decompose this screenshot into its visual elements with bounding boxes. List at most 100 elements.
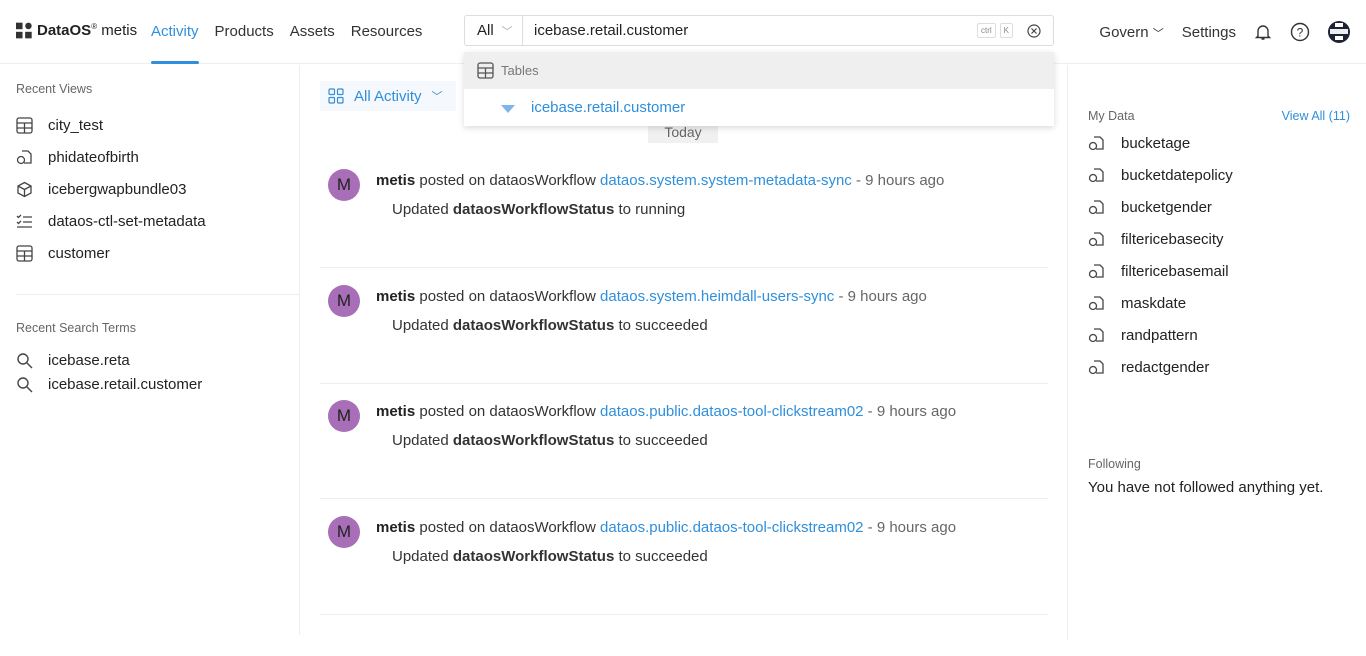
- govern-menu[interactable]: Govern ﹀: [1099, 24, 1163, 41]
- search-icon: [17, 353, 33, 369]
- recent-view-item[interactable]: icebergwapbundle03: [16, 181, 186, 198]
- logo-brand: DataOS: [37, 22, 92, 39]
- my-data-item[interactable]: redactgender: [1088, 359, 1209, 376]
- activity-item: M metis posted on dataosWorkflow dataos.…: [320, 383, 1048, 499]
- activity-verb: posted on dataosWorkflow: [419, 287, 596, 305]
- help-icon[interactable]: ?: [1290, 22, 1310, 42]
- activity-user[interactable]: metis: [376, 288, 415, 305]
- recent-search-item[interactable]: icebase.reta: [16, 352, 130, 369]
- recent-view-item[interactable]: customer: [16, 245, 110, 262]
- table-icon: [477, 62, 494, 79]
- policy-icon: [1088, 200, 1104, 215]
- activity-user[interactable]: metis: [376, 172, 415, 189]
- activity-time: - 9 hours ago: [867, 403, 957, 420]
- policy-icon: [1088, 296, 1104, 311]
- clear-search-icon[interactable]: [1027, 23, 1041, 38]
- header-right: Govern ﹀ Settings ?: [1099, 0, 1350, 64]
- activity-feed: All Activity ﹀ Today M metis posted on d…: [300, 65, 1066, 640]
- shortcut-ctrl: ctrl: [976, 23, 996, 38]
- search-input[interactable]: [523, 22, 977, 39]
- my-data-item[interactable]: filtericebasecity: [1088, 231, 1224, 248]
- user-avatar[interactable]: [1328, 21, 1350, 43]
- activity-body: Updated dataosWorkflowStatus to running: [392, 201, 685, 218]
- search-scope-select[interactable]: All ﹀: [465, 16, 523, 45]
- activity-post: to succeeded: [618, 432, 708, 449]
- policy-icon: [1088, 232, 1104, 247]
- suggestion-item[interactable]: icebase.retail.customer: [464, 89, 1054, 126]
- activity-field: dataosWorkflowStatus: [452, 432, 615, 449]
- policy-icon: [1088, 360, 1104, 375]
- logo[interactable]: DataOS® metis: [16, 22, 137, 39]
- shortcut-k: K: [999, 23, 1013, 38]
- my-data-item[interactable]: bucketdatepolicy: [1088, 167, 1233, 184]
- activity-time: - 9 hours ago: [855, 172, 945, 189]
- cube-icon: [17, 181, 32, 198]
- activity-user[interactable]: metis: [376, 519, 415, 536]
- my-data-label: bucketage: [1121, 135, 1191, 152]
- activity-verb: posted on dataosWorkflow: [419, 403, 596, 420]
- right-panel: My Data View All (11) bucketage bucketdat…: [1067, 65, 1366, 640]
- user-avatar[interactable]: M: [328, 284, 360, 317]
- activity-pre: Updated: [392, 432, 449, 449]
- activity-item: M metis posted on dataosWorkflow dataos.…: [320, 268, 1048, 384]
- activity-target-link[interactable]: dataos.public.dataos-tool-clickstream02: [600, 403, 863, 420]
- recent-search-label: icebase.retail.customer: [48, 376, 203, 393]
- activity-field: dataosWorkflowStatus: [452, 316, 615, 334]
- nav-products[interactable]: Products: [215, 0, 274, 64]
- recent-view-item[interactable]: city_test: [16, 117, 103, 134]
- recent-view-label: customer: [48, 245, 110, 262]
- nav-activity[interactable]: Activity: [151, 0, 199, 64]
- my-data-item[interactable]: bucketgender: [1088, 199, 1212, 216]
- dataos-logo-icon: [16, 22, 32, 39]
- nav-resources[interactable]: Resources: [351, 0, 423, 64]
- search-icon: [17, 377, 33, 393]
- suggestion-group-tables: Tables: [464, 52, 1054, 89]
- recent-view-item[interactable]: dataos-ctl-set-metadata: [16, 213, 206, 230]
- checklist-icon: [16, 214, 32, 228]
- activity-pre: Updated: [392, 547, 449, 565]
- chevron-down-icon: ﹀: [1152, 27, 1164, 40]
- my-data-label: filtericebasemail: [1121, 263, 1229, 280]
- my-data-item[interactable]: maskdate: [1088, 295, 1186, 312]
- activity-field: dataosWorkflowStatus: [452, 547, 615, 565]
- left-sidebar: Recent Views city_test phidateofbirth ic…: [0, 65, 300, 635]
- activity-time: - 9 hours ago: [867, 518, 957, 536]
- activity-filter-select[interactable]: All Activity ﹀: [320, 81, 456, 111]
- activity-body: Updated dataosWorkflowStatus to succeede…: [392, 548, 708, 565]
- recent-view-label: city_test: [48, 117, 104, 134]
- activity-user[interactable]: metis: [376, 403, 415, 420]
- user-avatar[interactable]: M: [328, 400, 360, 432]
- activity-target-link[interactable]: dataos.public.dataos-tool-clickstream02: [600, 519, 863, 536]
- recent-search-title: Recent Search Terms: [16, 321, 136, 335]
- suggestion-label: icebase.retail.customer: [531, 99, 686, 116]
- chevron-down-icon: ﹀: [431, 91, 443, 103]
- my-data-item[interactable]: filtericebasemail: [1088, 263, 1229, 280]
- activity-verb: posted on dataosWorkflow: [419, 518, 596, 536]
- activity-target-link[interactable]: dataos.system.heimdall-users-sync: [600, 288, 834, 305]
- activity-header: metis posted on dataosWorkflow dataos.pu…: [376, 519, 956, 536]
- my-data-label: bucketdatepolicy: [1121, 167, 1233, 184]
- activity-pre: Updated: [392, 316, 449, 334]
- recent-search-label: icebase.reta: [48, 352, 130, 369]
- divider: [16, 294, 299, 295]
- my-data-item[interactable]: bucketage: [1088, 135, 1190, 152]
- bell-icon[interactable]: [1254, 23, 1272, 41]
- recent-search-item[interactable]: icebase.retail.customer: [16, 376, 202, 393]
- activity-body: Updated dataosWorkflowStatus to succeede…: [392, 432, 708, 449]
- nav-assets[interactable]: Assets: [290, 0, 335, 64]
- govern-label: Govern: [1099, 23, 1149, 41]
- user-avatar[interactable]: M: [328, 515, 360, 548]
- recent-view-label: icebergwapbundle03: [48, 181, 187, 198]
- my-data-label: randpattern: [1121, 327, 1198, 344]
- suggestion-group-label: Tables: [501, 63, 539, 78]
- user-avatar[interactable]: M: [328, 169, 360, 201]
- my-data-item[interactable]: randpattern: [1088, 327, 1198, 344]
- search-bar: All ﹀ ctrl K: [464, 15, 1054, 46]
- settings-link[interactable]: Settings: [1182, 24, 1236, 41]
- recent-view-item[interactable]: phidateofbirth: [16, 149, 139, 166]
- view-all-link[interactable]: View All (11): [1282, 109, 1350, 123]
- following-title: Following: [1088, 457, 1141, 471]
- activity-target-link[interactable]: dataos.system.system-metadata-sync: [600, 172, 852, 189]
- main-nav: Activity Products Assets Resources: [151, 0, 422, 64]
- activity-header: metis posted on dataosWorkflow dataos.sy…: [376, 288, 927, 305]
